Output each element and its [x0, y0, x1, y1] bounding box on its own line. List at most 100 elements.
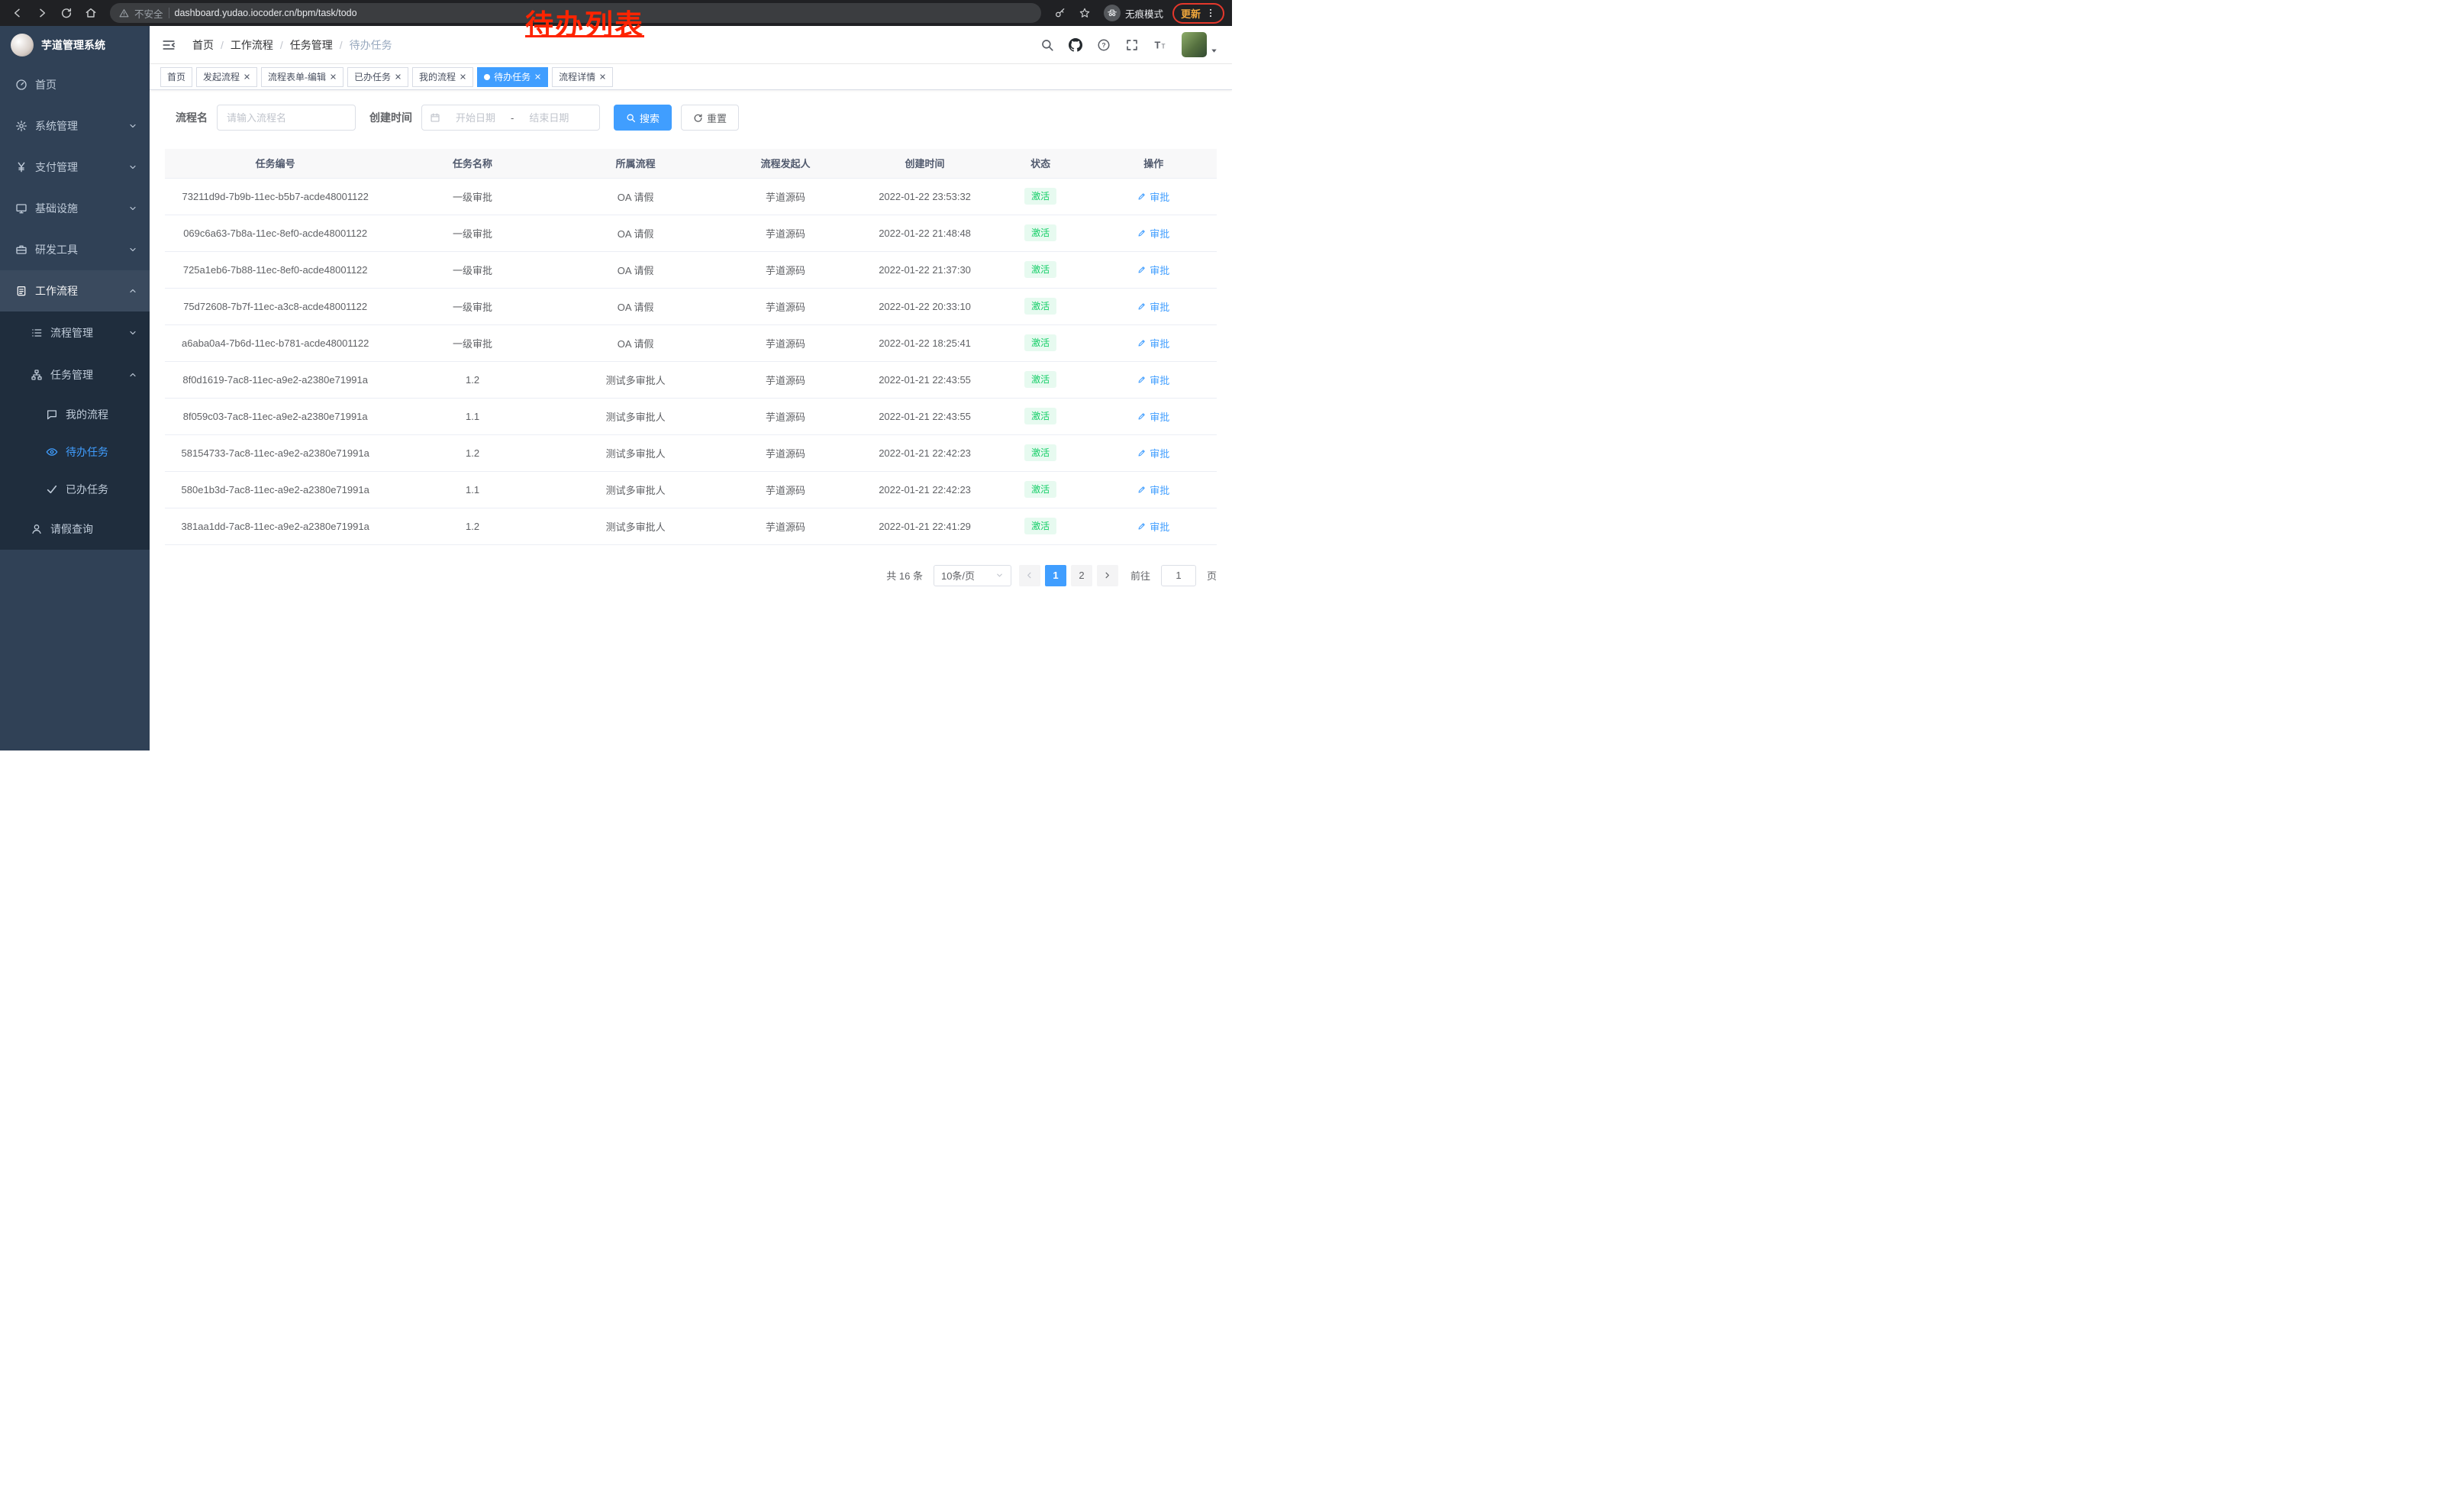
sidebar-item-label: 任务管理 — [50, 367, 93, 383]
approve-link[interactable]: 审批 — [1137, 299, 1169, 314]
reset-button[interactable]: 重置 — [681, 105, 739, 131]
breadcrumb-home[interactable]: 首页 — [192, 37, 214, 53]
chevron-down-icon — [128, 204, 137, 213]
chevron-right-icon — [1103, 571, 1111, 579]
github-icon[interactable] — [1069, 38, 1082, 52]
tab-item[interactable]: 流程表单-编辑 — [261, 67, 343, 87]
tab-item[interactable]: 首页 — [160, 67, 192, 87]
goto-page-input[interactable] — [1161, 565, 1196, 586]
sidebar-item-payment[interactable]: 支付管理 — [0, 147, 150, 188]
security-label: 不安全 — [134, 6, 163, 21]
font-size-icon[interactable]: TT — [1153, 38, 1167, 52]
bookmark-star-icon[interactable] — [1075, 3, 1095, 23]
next-page-button[interactable] — [1097, 565, 1118, 586]
table-header-cell: 所属流程 — [560, 149, 712, 178]
process-name-input[interactable] — [217, 105, 356, 131]
approve-link[interactable]: 审批 — [1137, 263, 1169, 277]
page-number-button[interactable]: 1 — [1045, 565, 1066, 586]
breadcrumb-workflow[interactable]: 工作流程 — [231, 37, 273, 53]
approve-link[interactable]: 审批 — [1137, 373, 1169, 387]
approve-link[interactable]: 审批 — [1137, 226, 1169, 240]
forward-icon[interactable] — [32, 3, 52, 23]
tab-label: 首页 — [167, 70, 185, 83]
approve-link[interactable]: 审批 — [1137, 409, 1169, 424]
browser-menu-icon[interactable] — [1205, 8, 1216, 18]
help-icon[interactable]: ? — [1097, 38, 1111, 52]
status-cell: 激活 — [991, 288, 1091, 324]
tab-close-icon[interactable] — [599, 73, 606, 80]
start-date-input[interactable] — [443, 112, 508, 124]
sidebar-item-task-management[interactable]: 任务管理 — [0, 353, 150, 395]
fullscreen-icon[interactable] — [1125, 38, 1139, 52]
home-icon[interactable] — [81, 3, 101, 23]
status-badge: 激活 — [1024, 298, 1056, 315]
sidebar-item-system[interactable]: 系统管理 — [0, 105, 150, 147]
refresh-icon — [693, 113, 703, 123]
password-key-icon[interactable] — [1050, 3, 1070, 23]
tab-item[interactable]: 流程详情 — [552, 67, 613, 87]
sidebar-item-label: 流程管理 — [50, 325, 93, 341]
sidebar-item-my-process[interactable]: 我的流程 — [0, 395, 150, 433]
sidebar-item-dev-tools[interactable]: 研发工具 — [0, 229, 150, 270]
task-id-cell: 8f0d1619-7ac8-11ec-a9e2-a2380e71991a — [165, 361, 385, 398]
table-row: 381aa1dd-7ac8-11ec-a9e2-a2380e71991a 1.2… — [165, 508, 1217, 544]
table-row: 8f0d1619-7ac8-11ec-a9e2-a2380e71991a 1.2… — [165, 361, 1217, 398]
page-size-select[interactable]: 10条/页 — [934, 565, 1011, 586]
date-range-picker[interactable]: - — [421, 105, 600, 131]
action-cell: 审批 — [1091, 508, 1217, 544]
breadcrumb-task-management[interactable]: 任务管理 — [290, 37, 333, 53]
search-icon[interactable] — [1040, 38, 1054, 52]
prev-page-button[interactable] — [1019, 565, 1040, 586]
sidebar-item-home[interactable]: 首页 — [0, 64, 150, 105]
tab-close-icon[interactable] — [460, 73, 466, 80]
approve-link[interactable]: 审批 — [1137, 519, 1169, 534]
status-cell: 激活 — [991, 215, 1091, 251]
created-time-cell: 2022-01-21 22:42:23 — [859, 471, 990, 508]
approve-link[interactable]: 审批 — [1137, 189, 1169, 204]
reload-icon[interactable] — [56, 3, 76, 23]
tab-item[interactable]: 待办任务 — [477, 67, 548, 87]
tab-item[interactable]: 已办任务 — [347, 67, 408, 87]
status-badge: 激活 — [1024, 371, 1056, 389]
process-cell: 测试多审批人 — [560, 434, 712, 471]
approve-link-label: 审批 — [1150, 409, 1169, 424]
tab-item[interactable]: 我的流程 — [412, 67, 473, 87]
tab-close-icon[interactable] — [243, 73, 250, 80]
back-icon[interactable] — [8, 3, 27, 23]
initiator-cell: 芋道源码 — [712, 434, 859, 471]
svg-text:T: T — [1155, 39, 1161, 50]
tab-close-icon[interactable] — [395, 73, 402, 80]
sidebar-item-done-tasks[interactable]: 已办任务 — [0, 470, 150, 508]
incognito-label: 无痕模式 — [1125, 6, 1163, 21]
approve-link[interactable]: 审批 — [1137, 446, 1169, 460]
sidebar-item-leave-query[interactable]: 请假查询 — [0, 508, 150, 550]
approve-link-label: 审批 — [1150, 226, 1169, 240]
tab-close-icon[interactable] — [534, 73, 541, 80]
action-cell: 审批 — [1091, 324, 1217, 361]
process-cell: OA 请假 — [560, 251, 712, 288]
tab-label: 发起流程 — [203, 70, 240, 83]
action-cell: 审批 — [1091, 471, 1217, 508]
pagination-buttons: 1 2 — [1019, 565, 1118, 586]
task-id-cell: 069c6a63-7b8a-11ec-8ef0-acde48001122 — [165, 215, 385, 251]
user-menu[interactable] — [1182, 32, 1218, 57]
search-button[interactable]: 搜索 — [614, 105, 672, 131]
sidebar: 芋道管理系统 首页 系统管理 — [0, 26, 150, 750]
page-size-value: 10条/页 — [941, 568, 975, 583]
end-date-input[interactable] — [517, 112, 581, 124]
sidebar-item-workflow[interactable]: 工作流程 — [0, 270, 150, 311]
tab-close-icon[interactable] — [330, 73, 337, 80]
sidebar-toggle-icon[interactable] — [150, 26, 188, 64]
tab-item[interactable]: 发起流程 — [196, 67, 257, 87]
sidebar-item-process-management[interactable]: 流程管理 — [0, 311, 150, 353]
pagination-total: 共 16 条 — [886, 568, 923, 583]
page-number-button[interactable]: 2 — [1071, 565, 1092, 586]
status-badge: 激活 — [1024, 481, 1056, 499]
app-logo[interactable]: 芋道管理系统 — [0, 26, 150, 64]
sidebar-menu: 首页 系统管理 支付管理 — [0, 64, 150, 550]
approve-link[interactable]: 审批 — [1137, 336, 1169, 350]
approve-link[interactable]: 审批 — [1137, 483, 1169, 497]
sidebar-item-infrastructure[interactable]: 基础设施 — [0, 188, 150, 229]
sidebar-item-todo-tasks[interactable]: 待办任务 — [0, 433, 150, 470]
update-button[interactable]: 更新 — [1172, 3, 1224, 24]
